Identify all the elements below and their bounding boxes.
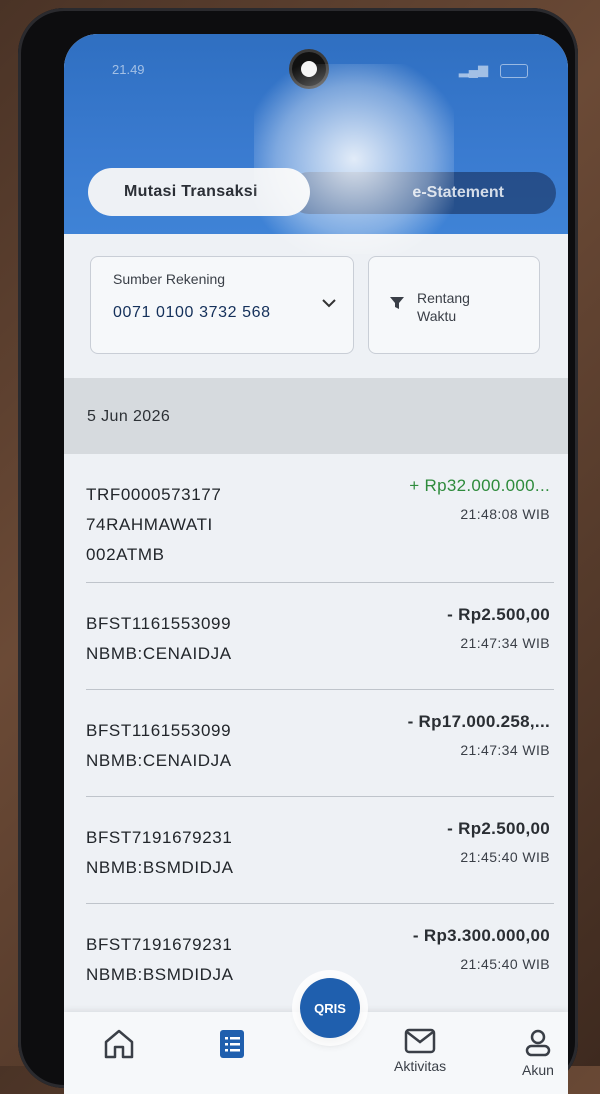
nav-aktivitas[interactable]: Aktivitas [394, 1028, 446, 1074]
date-label: 5 Jun 2026 [87, 408, 171, 425]
date-range-filter[interactable]: Rentang Waktu [368, 256, 540, 354]
transaction-description: BFST7191679231 NBMB:BSMDIDJA [86, 930, 306, 990]
transaction-time: 21:48:08 WIB [460, 506, 550, 522]
qris-label: QRIS [314, 1000, 346, 1016]
mail-icon [404, 1028, 436, 1054]
desc-line: BFST1161553099 [86, 614, 232, 633]
account-selector[interactable]: Sumber Rekening 0071 0100 3732 568 [90, 256, 354, 354]
desc-line: NBMB:CENAIDJA [86, 644, 232, 663]
transaction-description: TRF0000573177 74RAHMAWATI 002ATMB [86, 480, 306, 570]
date-range-label: Rentang Waktu [417, 290, 470, 324]
desc-line: NBMB:BSMDIDJA [86, 965, 234, 984]
nav-home[interactable] [102, 1028, 136, 1064]
screen-glare [254, 64, 454, 254]
desc-line: TRF0000573177 [86, 485, 222, 504]
transaction-time: 21:47:34 WIB [460, 742, 550, 758]
filter-icon [389, 295, 405, 311]
transaction-description: BFST1161553099 NBMB:CENAIDJA [86, 609, 306, 669]
desc-line: 74RAHMAWATI [86, 515, 213, 534]
transaction-time: 21:45:40 WIB [460, 956, 550, 972]
transaction-amount: - Rp2.500,00 [447, 605, 550, 624]
nav-akun[interactable]: Akun [522, 1028, 554, 1078]
transaction-row[interactable]: TRF0000573177 74RAHMAWATI 002ATMB + Rp32… [86, 454, 554, 583]
desc-line: NBMB:BSMDIDJA [86, 858, 234, 877]
home-icon [104, 1029, 134, 1059]
transaction-list: TRF0000573177 74RAHMAWATI 002ATMB + Rp32… [64, 454, 568, 1010]
app-screen: 21.49 ▂▄▆ e-Statement Mutasi Transaksi S… [64, 34, 568, 1094]
battery-icon [500, 64, 528, 78]
filter-row: Sumber Rekening 0071 0100 3732 568 Renta… [88, 256, 544, 356]
transaction-time: 21:47:34 WIB [460, 635, 550, 651]
transaction-row[interactable]: BFST1161553099 NBMB:CENAIDJA - Rp17.000.… [86, 690, 554, 797]
desc-line: 002ATMB [86, 545, 165, 564]
transaction-amount: - Rp17.000.258,... [407, 712, 550, 731]
account-number: 0071 0100 3732 568 [113, 304, 271, 321]
app-header: 21.49 ▂▄▆ e-Statement Mutasi Transaksi [64, 34, 568, 254]
date-section-header: 5 Jun 2026 [64, 378, 568, 454]
desc-line: BFST1161553099 [86, 721, 232, 740]
transaction-amount: - Rp2.500,00 [447, 819, 550, 838]
chevron-down-icon [321, 295, 337, 313]
qris-button[interactable]: QRIS [300, 978, 360, 1038]
desc-line: BFST7191679231 [86, 935, 233, 954]
nav-akun-label: Akun [522, 1062, 554, 1078]
account-label: Sumber Rekening [113, 271, 226, 287]
phone-frame: 21.49 ▂▄▆ e-Statement Mutasi Transaksi S… [18, 8, 578, 1094]
transaction-description: BFST1161553099 NBMB:CENAIDJA [86, 716, 306, 776]
transaction-time: 21:45:40 WIB [460, 849, 550, 865]
transaction-row[interactable]: BFST1161553099 NBMB:CENAIDJA - Rp2.500,0… [86, 583, 554, 690]
nav-aktivitas-label: Aktivitas [394, 1058, 447, 1074]
signal-icon: ▂▄▆ [458, 62, 488, 77]
desc-line: BFST7191679231 [86, 828, 233, 847]
transaction-amount: + Rp32.000.000... [409, 476, 550, 495]
transaction-description: BFST7191679231 NBMB:BSMDIDJA [86, 823, 306, 883]
transaction-row[interactable]: BFST7191679231 NBMB:BSMDIDJA - Rp2.500,0… [86, 797, 554, 904]
user-icon [525, 1029, 551, 1057]
nav-mutasi[interactable] [218, 1028, 246, 1064]
transaction-amount: - Rp3.300.000,00 [412, 926, 550, 945]
desc-line: NBMB:CENAIDJA [86, 751, 232, 770]
status-time: 21.49 [112, 62, 145, 77]
receipt-icon [220, 1030, 244, 1058]
